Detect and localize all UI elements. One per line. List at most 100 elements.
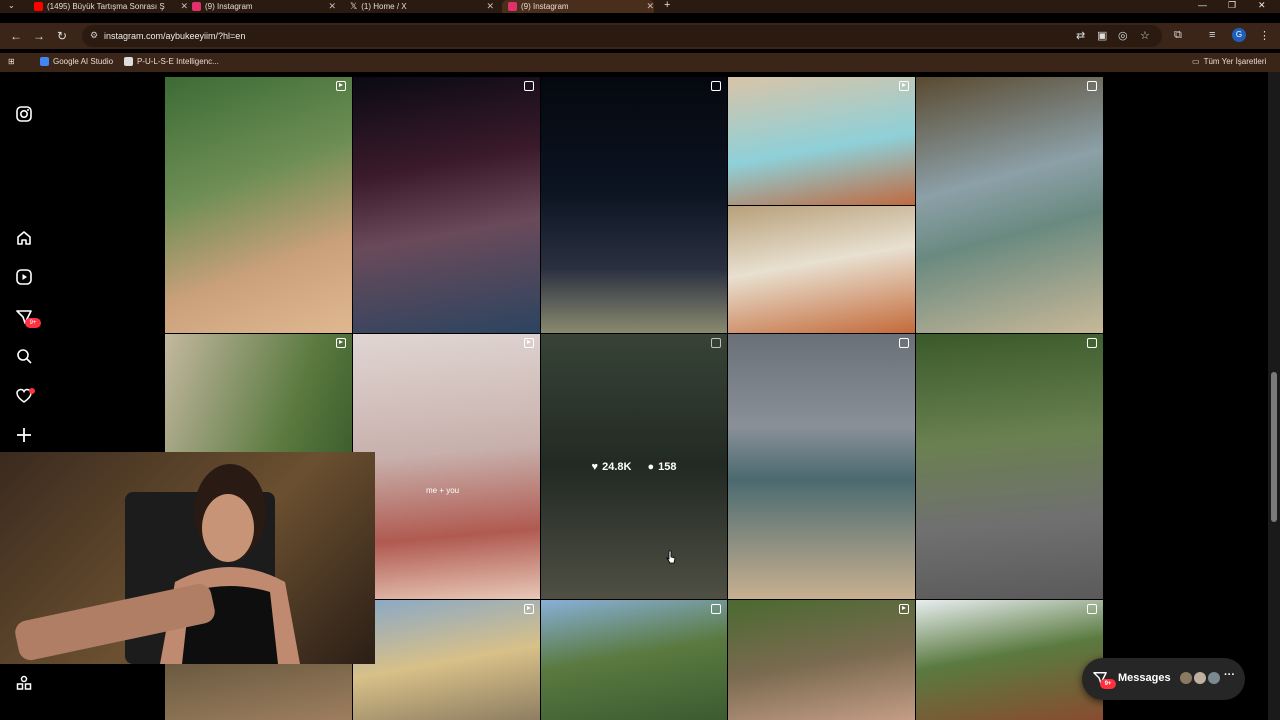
- post-tile-hovered[interactable]: ♥ 24.8K ● 158: [541, 334, 727, 599]
- search-icon[interactable]: [14, 346, 34, 366]
- minimize-icon[interactable]: —: [1198, 0, 1207, 10]
- pulse-icon: [124, 57, 133, 66]
- post-tile[interactable]: [728, 77, 915, 205]
- apps-icon[interactable]: ⊞: [8, 57, 15, 66]
- post-tile[interactable]: [728, 334, 915, 599]
- restore-icon[interactable]: ❐: [1228, 0, 1236, 11]
- back-icon[interactable]: ←: [10, 29, 22, 43]
- carousel-icon: [1087, 81, 1097, 91]
- carousel-icon: [1087, 604, 1097, 614]
- x-icon: 𝕏: [350, 1, 358, 11]
- profile-avatar[interactable]: G: [1232, 28, 1246, 42]
- carousel-icon: [899, 338, 909, 348]
- tab-label: (1495) Büyük Tartışma Sonrası Ş: [47, 2, 165, 11]
- site-info-icon[interactable]: ⚙: [90, 30, 98, 41]
- reel-icon: [336, 338, 346, 348]
- all-bookmarks[interactable]: ▭ Tüm Yer İşaretleri: [1192, 57, 1266, 66]
- bookmark-star-icon[interactable]: ☆: [1140, 29, 1150, 42]
- tab-label: (9) Instagram: [205, 2, 253, 11]
- notification-badge: 9+: [25, 318, 41, 328]
- post-tile[interactable]: [916, 600, 1103, 720]
- bookmark-label: Google AI Studio: [53, 57, 114, 66]
- post-tile[interactable]: [353, 600, 540, 720]
- carousel-icon: [524, 81, 534, 91]
- post-tile[interactable]: [165, 77, 352, 333]
- messages-badge: 9+: [1100, 679, 1116, 689]
- bookmarks-bar: ⊞ Google AI Studio P-U-L-S-E Intelligenc…: [0, 53, 1280, 72]
- close-icon[interactable]: ✕: [486, 1, 494, 12]
- carousel-icon: [711, 81, 721, 91]
- close-icon[interactable]: ✕: [646, 1, 654, 12]
- carousel-icon: [1087, 338, 1097, 348]
- likes-count: ♥ 24.8K: [592, 461, 632, 473]
- browser-toolbar: ← → ↻ ⚙ instagram.com/aybukeeyiim/?hl=en…: [0, 23, 1280, 49]
- instagram-icon: [508, 2, 517, 11]
- menu-icon[interactable]: ⋮: [1259, 29, 1270, 42]
- tab-search-icon[interactable]: ⌄: [8, 1, 15, 10]
- post-tile[interactable]: me + you: [353, 334, 540, 599]
- post-tile[interactable]: [541, 600, 727, 720]
- new-tab-icon[interactable]: +: [664, 0, 670, 11]
- reel-caption: me + you: [426, 486, 460, 495]
- comment-icon: ●: [647, 460, 655, 473]
- address-bar[interactable]: ⚙ instagram.com/aybukeeyiim/?hl=en: [82, 25, 1162, 47]
- webcam-overlay: [0, 452, 375, 664]
- messages-label: Messages: [1118, 672, 1171, 684]
- tab-strip: ⌄ (1495) Büyük Tartışma Sonrası Ş ✕ (9) …: [0, 0, 1280, 13]
- url-text: instagram.com/aybukeeyiim/?hl=en: [104, 31, 246, 41]
- post-hover-overlay: ♥ 24.8K ● 158: [541, 334, 727, 599]
- bookmark-google-ai-studio[interactable]: Google AI Studio: [40, 57, 113, 66]
- carousel-icon: [711, 604, 721, 614]
- post-tile[interactable]: [916, 77, 1103, 333]
- reel-icon: [524, 338, 534, 348]
- bookmark-label: P-U-L-S-E Intelligenc...: [137, 57, 219, 66]
- extensions-icon[interactable]: ⧉: [1174, 29, 1182, 42]
- reel-icon: [899, 81, 909, 91]
- post-tile[interactable]: [165, 664, 352, 720]
- reel-icon: [524, 604, 534, 614]
- reels-icon[interactable]: [14, 267, 34, 287]
- tab-x[interactable]: 𝕏 (1) Home / X ✕: [344, 0, 494, 13]
- comments-count: ● 158: [647, 461, 676, 473]
- post-tile[interactable]: [916, 334, 1103, 599]
- page-scrollbar[interactable]: [1268, 72, 1280, 720]
- avatar: [1206, 670, 1222, 686]
- forward-icon[interactable]: →: [33, 29, 45, 43]
- post-tile[interactable]: [541, 77, 727, 333]
- post-tile[interactable]: [353, 77, 540, 333]
- post-tile[interactable]: [728, 600, 915, 720]
- tab-instagram-active[interactable]: (9) Instagram ✕: [502, 0, 654, 13]
- all-bookmarks-label: Tüm Yer İşaretleri: [1203, 57, 1267, 66]
- tab-instagram-1[interactable]: (9) Instagram ✕: [186, 0, 336, 13]
- activity-dot: [29, 388, 35, 394]
- youtube-icon: [34, 2, 43, 11]
- window-close-icon[interactable]: ✕: [1258, 0, 1266, 11]
- bookmark-pulse[interactable]: P-U-L-S-E Intelligenc...: [124, 57, 219, 66]
- close-icon[interactable]: ✕: [328, 1, 336, 12]
- more-dots-icon[interactable]: ···: [1224, 669, 1235, 681]
- tab-label: (9) Instagram: [521, 2, 569, 11]
- comments-value: 158: [658, 460, 677, 473]
- more-icon[interactable]: [14, 673, 34, 693]
- mouse-cursor-icon: [666, 550, 676, 564]
- likes-value: 24.8K: [602, 460, 632, 473]
- folder-icon: ▭: [1192, 57, 1200, 66]
- scrollbar-thumb[interactable]: [1271, 372, 1277, 522]
- reel-icon: [336, 81, 346, 91]
- heart-icon: ♥: [591, 460, 599, 473]
- instagram-icon: [192, 2, 201, 11]
- install-icon[interactable]: ▣: [1097, 29, 1107, 42]
- tab-label: (1) Home / X: [361, 2, 407, 11]
- tab-youtube[interactable]: (1495) Büyük Tartışma Sonrası Ş ✕: [28, 0, 188, 13]
- eye-off-icon[interactable]: ◎: [1118, 29, 1128, 42]
- home-icon[interactable]: [14, 228, 34, 248]
- translate-icon[interactable]: ⇄: [1076, 29, 1085, 42]
- media-icon[interactable]: ≡: [1209, 29, 1215, 41]
- instagram-logo-icon[interactable]: [14, 104, 34, 124]
- messages-button[interactable]: 9+ Messages ···: [1082, 658, 1245, 700]
- webcam-person-image: [15, 464, 300, 664]
- create-icon[interactable]: [14, 425, 34, 445]
- reel-icon: [899, 604, 909, 614]
- reload-icon[interactable]: ↻: [57, 29, 67, 43]
- post-tile[interactable]: [728, 206, 915, 333]
